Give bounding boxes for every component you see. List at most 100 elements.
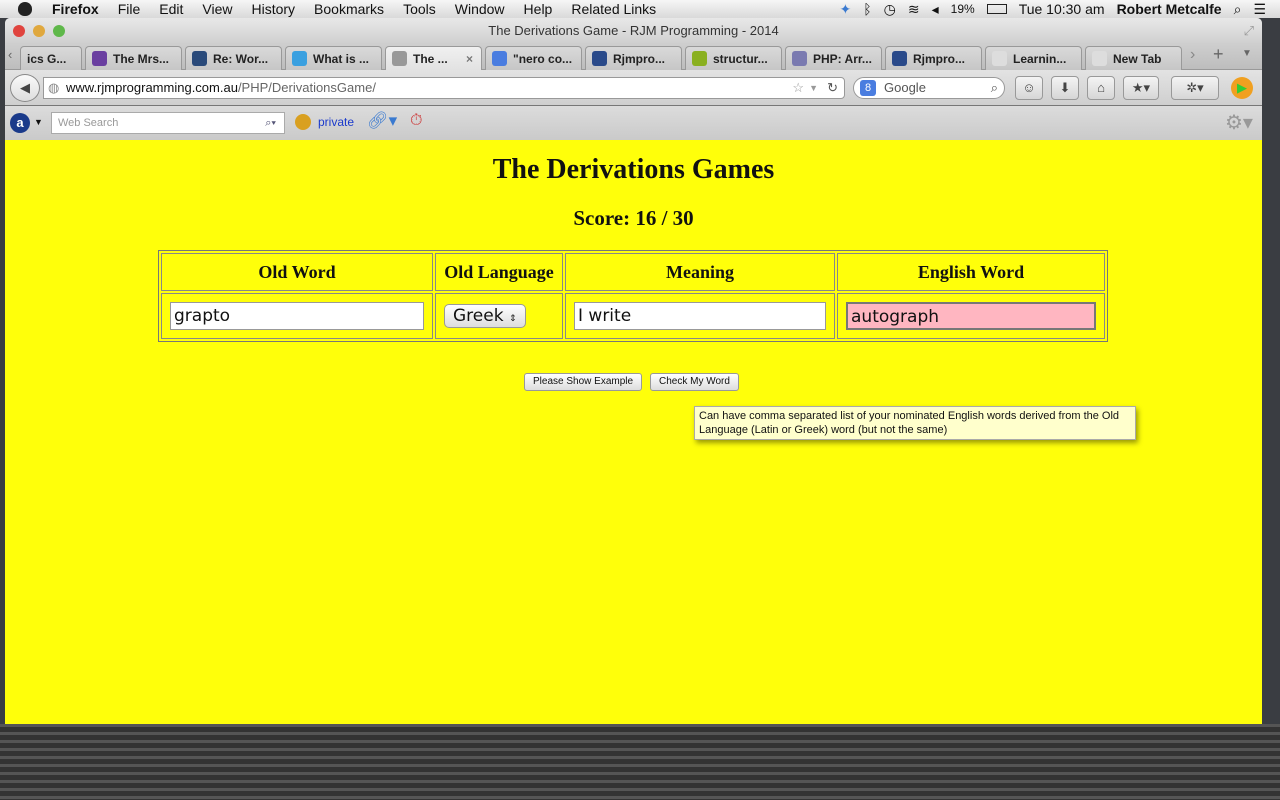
bluetooth-icon[interactable]: ᛒ bbox=[863, 1, 871, 17]
tab-label: What is ... bbox=[313, 51, 370, 66]
tab[interactable]: What is ... bbox=[285, 46, 382, 70]
private-globe-icon[interactable] bbox=[295, 114, 311, 130]
tab[interactable]: The ... × bbox=[385, 46, 482, 70]
tab-label: The ... bbox=[413, 51, 448, 66]
page-content: The Derivations Games Score: 16 / 30 Old… bbox=[5, 140, 1262, 724]
tab-label: Learnin... bbox=[1013, 51, 1067, 66]
menu-file[interactable]: File bbox=[118, 1, 141, 17]
bookmark-star-icon[interactable]: ☆ bbox=[792, 78, 804, 98]
back-button[interactable]: ◀ bbox=[10, 74, 40, 102]
tab-favicon-icon bbox=[392, 51, 407, 66]
tab-favicon-icon bbox=[492, 51, 507, 66]
header-meaning: Meaning bbox=[565, 253, 835, 291]
fullscreen-icon[interactable]: ⤢ bbox=[1244, 18, 1254, 43]
old-word-input[interactable]: grapto bbox=[170, 302, 424, 330]
tab[interactable]: ics G... bbox=[20, 46, 82, 70]
url-path: /PHP/DerivationsGame/ bbox=[237, 80, 376, 95]
tooltip: Can have comma separated list of your no… bbox=[694, 406, 1136, 440]
tab-favicon-icon bbox=[692, 51, 707, 66]
close-tab-icon[interactable]: × bbox=[466, 52, 473, 66]
tab[interactable]: Rjmpro... bbox=[885, 46, 982, 70]
table-row: grapto Greek ⇕ I write autograph bbox=[161, 293, 1105, 339]
new-tab-button[interactable]: + bbox=[1213, 44, 1224, 65]
search-icon[interactable]: ⌕ bbox=[991, 78, 998, 98]
dropbox-icon[interactable]: ✦ bbox=[840, 1, 852, 18]
user-name[interactable]: Robert Metcalfe bbox=[1117, 1, 1222, 17]
menu-app[interactable]: Firefox bbox=[52, 1, 99, 17]
tab[interactable]: Rjmpro... bbox=[585, 46, 682, 70]
wifi-icon[interactable]: ≋ bbox=[908, 1, 920, 18]
battery-icon[interactable] bbox=[986, 4, 1007, 14]
menu-tools[interactable]: Tools bbox=[403, 1, 436, 17]
menu-edit[interactable]: Edit bbox=[159, 1, 183, 17]
window-title: The Derivations Game - RJM Programming -… bbox=[488, 23, 779, 38]
tab-label: PHP: Arr... bbox=[813, 51, 872, 66]
tab-favicon-icon bbox=[892, 51, 907, 66]
browser-window: The Derivations Game - RJM Programming -… bbox=[5, 18, 1262, 724]
old-language-value: Greek bbox=[453, 306, 504, 326]
tab[interactable]: Learnin... bbox=[985, 46, 1082, 70]
tabs-scroll-right-icon[interactable]: › bbox=[1190, 46, 1195, 64]
show-example-button[interactable]: Please Show Example bbox=[524, 373, 643, 391]
google-icon[interactable]: 8 bbox=[860, 80, 876, 96]
tab[interactable]: structur... bbox=[685, 46, 782, 70]
tab-list-dropdown-icon[interactable]: ▼ bbox=[1242, 48, 1252, 59]
menu-view[interactable]: View bbox=[202, 1, 232, 17]
timer-icon[interactable]: ⏱︎ bbox=[410, 112, 422, 130]
tab[interactable]: The Mrs... bbox=[85, 46, 182, 70]
english-word-input[interactable]: autograph bbox=[846, 302, 1096, 330]
web-search-input[interactable]: Web Search ⌕▾ bbox=[51, 112, 285, 134]
tab-strip: ‹ ics G... The Mrs... Re: Wor... What is ..… bbox=[5, 43, 1262, 70]
old-language-select[interactable]: Greek ⇕ bbox=[444, 304, 526, 328]
menu-help[interactable]: Help bbox=[524, 1, 553, 17]
zoom-window-button[interactable] bbox=[53, 25, 65, 37]
tab-favicon-icon bbox=[192, 51, 207, 66]
header-old-language: Old Language bbox=[435, 253, 563, 291]
link-icon[interactable]: 🔗︎▾ bbox=[367, 111, 397, 131]
tab-label: The Mrs... bbox=[113, 51, 170, 66]
navigation-bar: ◀ ◍ www.rjmprogramming.com.au/PHP/Deriva… bbox=[5, 70, 1262, 106]
close-window-button[interactable] bbox=[13, 25, 25, 37]
spotlight-icon[interactable]: ⌕ bbox=[1234, 1, 1242, 18]
home-button[interactable]: ⌂ bbox=[1087, 76, 1115, 100]
menu-window[interactable]: Window bbox=[455, 1, 505, 17]
time-machine-icon[interactable]: ◷ bbox=[884, 1, 896, 18]
private-link[interactable]: private bbox=[318, 115, 354, 129]
derivation-table: Old Word Old Language Meaning English Wo… bbox=[158, 250, 1108, 342]
meaning-input[interactable]: I write bbox=[574, 302, 826, 330]
url-bar[interactable]: ◍ www.rjmprogramming.com.au/PHP/Derivati… bbox=[43, 77, 845, 99]
battery-percent[interactable]: 19% bbox=[951, 2, 975, 16]
downloads-button[interactable]: ⬇ bbox=[1051, 76, 1079, 100]
extension-play-icon[interactable]: ▶ bbox=[1231, 77, 1253, 99]
tabs-scroll-left-icon[interactable]: ‹ bbox=[8, 47, 12, 62]
notifications-icon[interactable]: ☰ bbox=[1253, 1, 1266, 18]
tab[interactable]: Re: Wor... bbox=[185, 46, 282, 70]
apple-icon[interactable] bbox=[18, 2, 32, 16]
tab-favicon-icon bbox=[792, 51, 807, 66]
addon-button[interactable]: ☺ bbox=[1015, 76, 1043, 100]
check-word-button[interactable]: Check My Word bbox=[650, 373, 739, 391]
menu-history[interactable]: History bbox=[251, 1, 295, 17]
reload-icon[interactable]: ↻ bbox=[827, 78, 838, 98]
status-area: ✦ ᛒ ◷ ≋ ◂ 19% Tue 10:30 am Robert Metcal… bbox=[840, 0, 1266, 18]
tab-favicon-icon bbox=[992, 51, 1007, 66]
search-engine-placeholder: Google bbox=[884, 80, 926, 95]
menu-bookmarks[interactable]: Bookmarks bbox=[314, 1, 384, 17]
tab[interactable]: "nero co... bbox=[485, 46, 582, 70]
search-engine-box[interactable]: 8 Google ⌕ bbox=[853, 77, 1005, 99]
minimize-window-button[interactable] bbox=[33, 25, 45, 37]
clock[interactable]: Tue 10:30 am bbox=[1019, 1, 1105, 17]
ask-dropdown-icon[interactable]: ▼ bbox=[34, 117, 43, 127]
history-dropdown-icon[interactable]: ▼ bbox=[809, 78, 818, 98]
tab-favicon-icon bbox=[1092, 51, 1107, 66]
settings-gear-icon[interactable]: ⚙▾ bbox=[1225, 110, 1253, 135]
volume-icon[interactable]: ◂ bbox=[932, 1, 939, 18]
menu-related-links[interactable]: Related Links bbox=[571, 1, 656, 17]
firebug-button[interactable]: ✲▾ bbox=[1171, 76, 1219, 100]
tab[interactable]: PHP: Arr... bbox=[785, 46, 882, 70]
tab-label: structur... bbox=[713, 51, 768, 66]
ask-logo-icon[interactable]: a bbox=[10, 113, 30, 133]
web-search-icon[interactable]: ⌕▾ bbox=[265, 113, 276, 133]
bookmarks-menu-button[interactable]: ★▾ bbox=[1123, 76, 1159, 100]
tab[interactable]: New Tab bbox=[1085, 46, 1182, 70]
